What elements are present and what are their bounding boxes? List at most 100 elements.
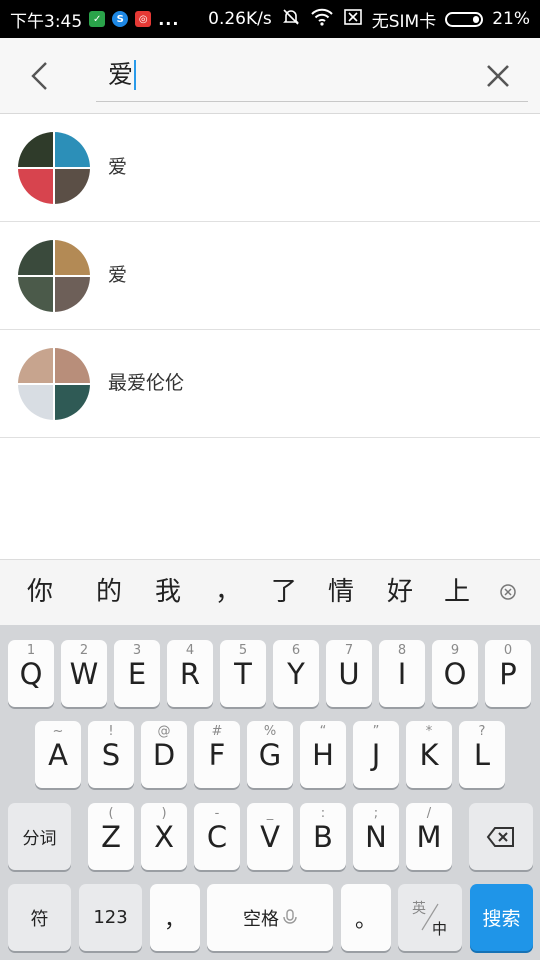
key-hint: 0 [503,643,513,658]
candidate-word[interactable]: 我 [155,576,181,608]
search-header: 爱 [0,38,540,114]
group-avatar [18,132,90,204]
number-key[interactable]: 123 [79,884,142,951]
group-avatar [18,240,90,312]
comma-key[interactable]: ， [150,884,200,951]
back-button[interactable] [22,54,58,98]
result-item[interactable]: 爱 [0,222,540,330]
key-hint: 9 [450,643,460,658]
more-notifications-indicator: ... [158,9,180,29]
candidate-word[interactable]: 上 [444,576,470,608]
key-v[interactable]: _ V [247,803,293,870]
wifi-icon [310,8,334,31]
key-q[interactable]: 1Q [8,640,54,707]
result-item[interactable]: 最爱伦伦 [0,330,540,438]
key-hint: _ [266,806,274,821]
avatar-tile [55,277,90,312]
language-switch-key[interactable]: 英 中 [398,884,462,951]
key-hint: 8 [397,643,407,658]
candidate-word[interactable]: 好 [387,576,413,608]
key-w[interactable]: 2W [61,640,107,707]
space-key[interactable]: 空格 [207,884,333,951]
key-letter: L [473,738,491,772]
candidate-word[interactable]: ， [215,576,241,608]
key-hint: : [320,806,326,821]
key-r[interactable]: 4R [167,640,213,707]
key-letter: R [179,657,201,691]
key-letter: F [208,738,226,772]
key-hint: ? [478,724,486,739]
mute-bell-icon [281,7,301,32]
chevron-left-icon [31,62,47,90]
key-s[interactable]: ! S [88,721,134,788]
key-letter: A [48,738,68,772]
symbol-key[interactable]: 符 [8,884,71,951]
key-f[interactable]: # F [194,721,240,788]
key-a[interactable]: ~ A [35,721,81,788]
key-e[interactable]: 3E [114,640,160,707]
key-l[interactable]: ? L [459,721,505,788]
close-icon [487,65,509,87]
key-j[interactable]: ” J [353,721,399,788]
microphone-icon [283,908,297,924]
key-x[interactable]: ) X [141,803,187,870]
avatar-tile [18,132,53,167]
search-key[interactable]: 搜索 [470,884,533,951]
result-item[interactable]: 爱 [0,114,540,222]
period-key[interactable]: 。 [341,884,391,951]
key-hint: % [263,724,277,739]
key-y[interactable]: 6Y [273,640,319,707]
key-letter: C [206,820,228,854]
key-u[interactable]: 7U [326,640,372,707]
no-sim-icon [343,8,363,31]
key-hint: * [425,724,433,739]
key-hint: ; [373,806,379,821]
key-hint: 4 [185,643,195,658]
backspace-icon [486,826,514,847]
key-h[interactable]: “H [300,721,346,788]
key-letter: W [69,657,99,691]
key-g[interactable]: % G [247,721,293,788]
key-letter: V [260,820,280,854]
key-t[interactable]: 5T [220,640,266,707]
key-letter: Y [287,657,305,691]
candidate-word[interactable]: 的 [96,576,122,608]
red-app-icon: ◎ [135,11,152,27]
segment-key[interactable]: 分词 [8,803,71,870]
key-hint: @ [157,724,171,739]
key-letter: B [313,820,333,854]
ime-candidate-bar: 你 的 我 ， 了 情 好 上 [0,559,540,625]
dismiss-candidates-icon[interactable] [498,582,518,602]
key-n[interactable]: ; N [353,803,399,870]
candidate-word[interactable]: 情 [328,576,354,608]
key-letter: D [152,738,176,772]
key-b[interactable]: :B [300,803,346,870]
avatar-tile [18,240,53,275]
key-c[interactable]: -C [194,803,240,870]
number-key-label: 123 [93,907,128,928]
key-o[interactable]: 9O [432,640,478,707]
key-z[interactable]: (Z [88,803,134,870]
soft-keyboard: 1Q2W3E4R5T6Y7U8I9O0P ~ A! S @ D # F% G “H” J * K? L … [0,625,540,960]
key-d[interactable]: @ D [141,721,187,788]
result-name: 爱 [108,156,128,178]
avatar-tile [55,348,90,383]
search-query: 爱 [108,60,134,89]
blue-s-app-icon: S [112,11,129,27]
key-letter: Q [19,657,43,691]
search-input[interactable]: 爱 [96,50,528,102]
key-p[interactable]: 0P [485,640,531,707]
key-letter: G [258,738,282,772]
clear-search-button[interactable] [480,58,516,94]
key-i[interactable]: 8I [379,640,425,707]
candidate-word[interactable]: 了 [271,576,297,608]
key-hint: 3 [132,643,142,658]
key-k[interactable]: * K [406,721,452,788]
avatar-tile [55,240,90,275]
key-hint: - [214,806,220,821]
avatar-tile [18,277,53,312]
key-m[interactable]: / M [406,803,452,870]
key-hint: ( [108,806,114,821]
candidate-word[interactable]: 你 [27,576,53,608]
backspace-key[interactable] [469,803,533,870]
